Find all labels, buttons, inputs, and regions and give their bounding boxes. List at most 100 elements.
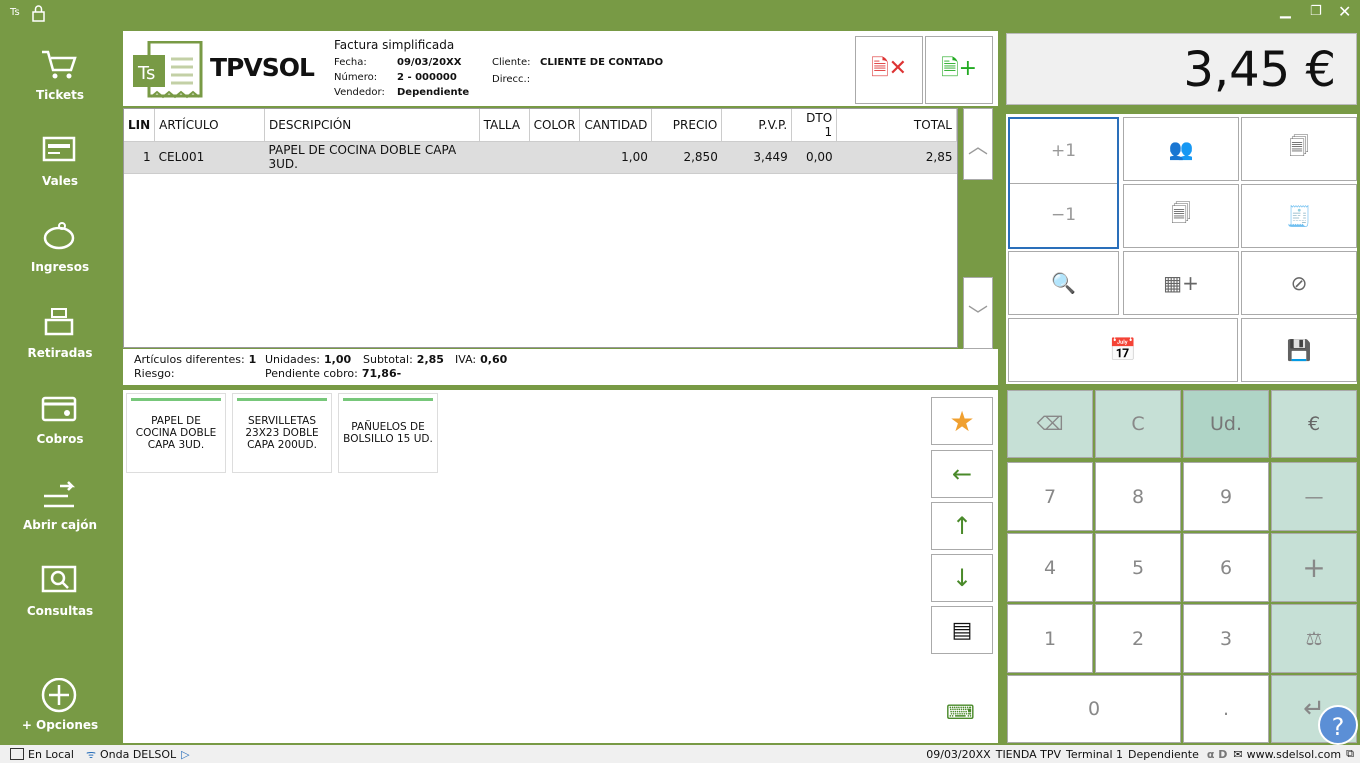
digit-key-3[interactable]: 3 <box>1183 604 1269 673</box>
lock-icon[interactable] <box>32 5 45 22</box>
column-header[interactable]: LIN <box>124 109 156 142</box>
key-label: 6 <box>1219 556 1233 579</box>
ticket-search-button[interactable]: 🔍 <box>1008 251 1119 315</box>
digit-key-5[interactable]: 5 <box>1095 533 1181 602</box>
column-header[interactable]: CANTIDAD <box>579 109 653 142</box>
sidebar-item-6[interactable]: Consultas <box>0 556 120 642</box>
digit-key-6[interactable]: 6 <box>1183 533 1269 602</box>
customer-button[interactable]: 👥 <box>1123 117 1239 181</box>
down-button[interactable]: ↓ <box>931 554 993 602</box>
cell-precio: 2,850 <box>651 141 722 174</box>
keyboard-icon[interactable]: ⌨ <box>946 700 975 724</box>
website-link[interactable]: www.sdelsol.com <box>1247 748 1342 761</box>
chevron-up-icon: ︿ <box>968 133 988 158</box>
column-header[interactable]: COLOR <box>529 109 581 142</box>
plus-key[interactable]: + <box>1271 533 1357 602</box>
cell-pvp: 3,449 <box>721 141 792 174</box>
column-header[interactable]: TALLA <box>479 109 530 142</box>
local-status: En Local <box>28 747 74 761</box>
unidades-label: Unidades: <box>265 353 320 366</box>
scale-key[interactable]: ⚖ <box>1271 604 1357 673</box>
digit-key-2[interactable]: 2 <box>1095 604 1181 673</box>
key-label: 1 <box>1043 627 1057 650</box>
key-label: C <box>1131 413 1145 435</box>
euro-key[interactable]: € <box>1271 390 1357 458</box>
calendar-button[interactable]: 📅 <box>1008 318 1238 382</box>
digit-key-9[interactable]: 9 <box>1183 462 1269 531</box>
backspace-icon: ⌫ <box>1036 413 1064 435</box>
favorites-button[interactable]: ★ <box>931 397 993 445</box>
catalog-icon: ▤ <box>951 617 973 643</box>
digit-key-8[interactable]: 8 <box>1095 462 1181 531</box>
minus-key[interactable]: — <box>1271 462 1357 531</box>
status-store: TIENDA TPV <box>995 747 1062 761</box>
card-icon <box>41 396 77 422</box>
digit-key-7[interactable]: 7 <box>1007 462 1093 531</box>
sidebar-item-5[interactable]: Abrir cajón <box>0 470 120 556</box>
delete-ticket-button[interactable]: 🗎✕ <box>855 36 923 104</box>
ticket-cancel-button[interactable]: ⊘ <box>1241 251 1357 315</box>
mail-icon[interactable]: ✉ <box>1233 748 1242 761</box>
minimize-button[interactable]: ▁ <box>1280 3 1291 19</box>
plus-one-button[interactable]: +1 <box>1051 119 1076 183</box>
help-icon[interactable]: ? <box>1318 705 1358 745</box>
backspace-key[interactable]: ⌫ <box>1007 390 1093 458</box>
minus-one-button[interactable]: −1 <box>1051 184 1076 248</box>
clear-key[interactable]: C <box>1095 390 1181 458</box>
product-button[interactable]: PAÑUELOS DE BOLSILLO 15 UD. <box>338 393 438 473</box>
column-header[interactable]: PRECIO <box>651 109 723 142</box>
column-header[interactable]: DESCRIPCIÓN <box>264 109 480 142</box>
cliente-value[interactable]: CLIENTE DE CONTADO <box>540 57 663 68</box>
decimal-key[interactable]: . <box>1183 675 1269 743</box>
sidebar-item-2[interactable]: Ingresos <box>0 212 120 298</box>
direcc-label: Direcc.: <box>492 74 531 85</box>
documents-icon: 🗐 <box>1171 201 1191 225</box>
sidebar-item-3[interactable]: Retiradas <box>0 298 120 384</box>
sidebar-item-4[interactable]: Cobros <box>0 384 120 470</box>
table-row[interactable]: 1 CEL001 PAPEL DE COCINA DOBLE CAPA 3UD. 1,… <box>124 141 957 174</box>
add-line-button[interactable]: ▦+ <box>1123 251 1239 315</box>
ticket-save-button[interactable]: 💾 <box>1241 318 1357 382</box>
alpha-icon[interactable]: α D <box>1207 748 1228 761</box>
sidebar-item-label: + Opciones <box>21 718 99 732</box>
sidebar-item-label: Vales <box>41 174 79 188</box>
product-button[interactable]: PAPEL DE COCINA DOBLE CAPA 3UD. <box>126 393 226 473</box>
tickets-button[interactable]: 🗐 <box>1241 117 1357 181</box>
arrow-left-icon: ← <box>951 460 973 488</box>
column-header[interactable]: P.V.P. <box>721 109 793 142</box>
sidebar-item-1[interactable]: Vales <box>0 126 120 212</box>
units-key[interactable]: Ud. <box>1183 390 1269 458</box>
back-button[interactable]: ← <box>931 450 993 498</box>
star-icon: ★ <box>949 404 975 438</box>
restore-button[interactable]: ❐ <box>1310 4 1322 19</box>
product-button[interactable]: SERVILLETAS 23X23 DOBLE CAPA 200UD. <box>232 393 332 473</box>
cell-descripcion: PAPEL DE COCINA DOBLE CAPA 3UD. <box>264 141 480 174</box>
sidebar-item-0[interactable]: Tickets <box>0 40 120 126</box>
cell-cantidad: 1,00 <box>579 141 652 174</box>
ticket-customer-button[interactable]: 🧾 <box>1241 184 1357 248</box>
sidebar-item-7[interactable]: + Opciones <box>0 670 120 756</box>
sidebar-item-label: Consultas <box>26 604 94 618</box>
play-icon[interactable]: ▷ <box>181 748 189 761</box>
total-amount: 3,45 € <box>1183 42 1336 98</box>
column-header[interactable]: TOTAL <box>836 109 957 142</box>
digit-key-0[interactable]: 0 <box>1007 675 1181 743</box>
ticket-delete-icon: 🗎✕ <box>870 56 908 81</box>
up-button[interactable]: ↑ <box>931 502 993 550</box>
close-button[interactable]: ✕ <box>1338 2 1351 21</box>
new-ticket-button[interactable]: 🗎+ <box>925 36 993 104</box>
column-header[interactable]: ARTÍCULO <box>154 109 266 142</box>
scroll-up-button[interactable]: ︿ <box>963 108 993 180</box>
documents-button[interactable]: 🗐 <box>1123 184 1239 248</box>
digit-key-4[interactable]: 4 <box>1007 533 1093 602</box>
window-icon[interactable]: ⧉ <box>1346 747 1354 761</box>
scroll-down-button[interactable]: ﹀ <box>963 277 993 349</box>
articulos-label: Artículos diferentes: <box>134 353 245 366</box>
key-label: 5 <box>1131 556 1145 579</box>
digit-key-1[interactable]: 1 <box>1007 604 1093 673</box>
catalog-button[interactable]: ▤ <box>931 606 993 654</box>
voucher-icon <box>42 136 76 162</box>
radio-label[interactable]: Onda DELSOL <box>100 748 176 761</box>
subtotal-label: Subtotal: <box>363 353 413 366</box>
column-header[interactable]: DTO 1 <box>791 109 838 142</box>
